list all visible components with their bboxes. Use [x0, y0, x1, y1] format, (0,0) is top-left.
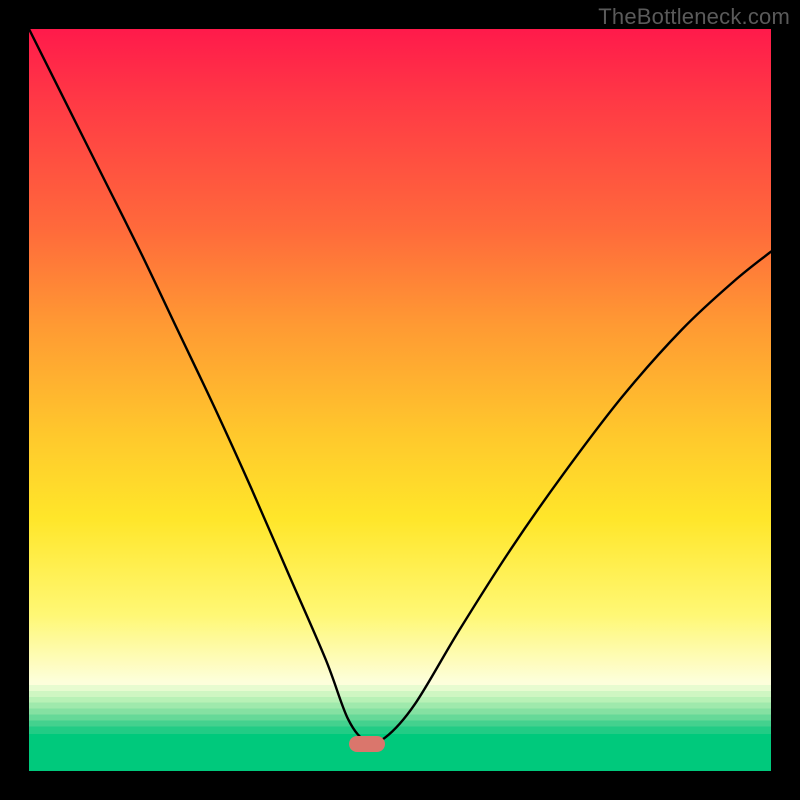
plot-area — [29, 29, 771, 771]
bottleneck-marker — [349, 736, 385, 752]
chart-frame: TheBottleneck.com — [0, 0, 800, 800]
watermark-text: TheBottleneck.com — [598, 4, 790, 30]
bottleneck-curve — [29, 29, 771, 771]
